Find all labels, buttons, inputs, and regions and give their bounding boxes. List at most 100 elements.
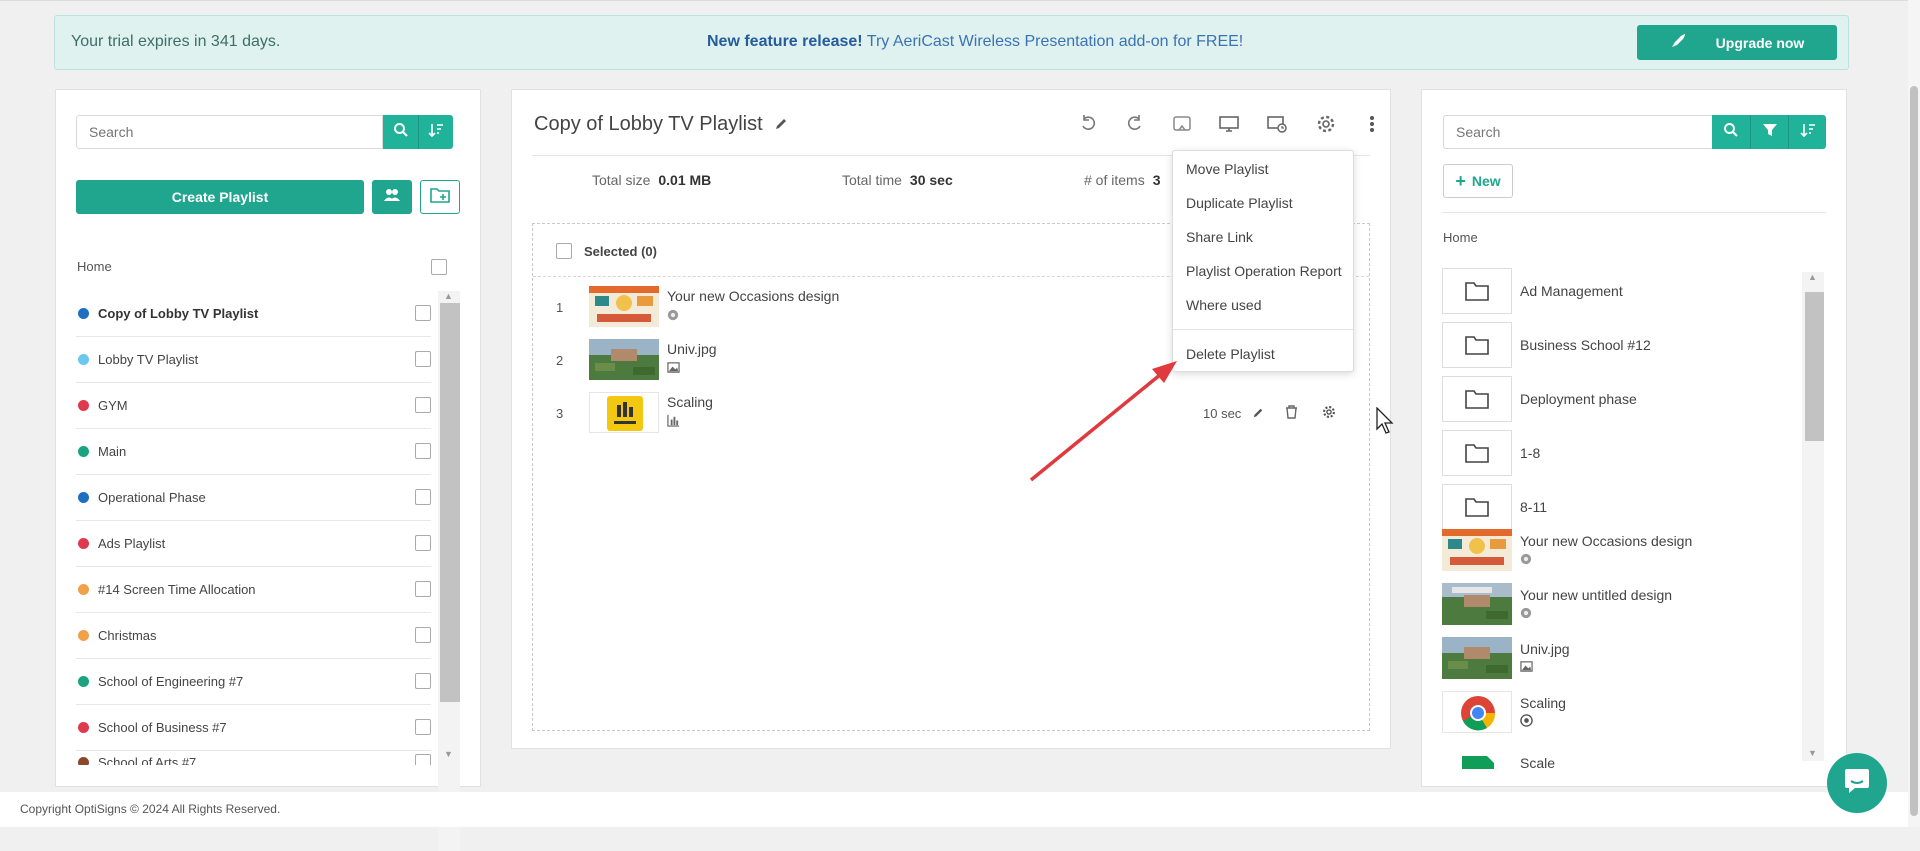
- color-dot: [78, 354, 89, 365]
- scroll-down-icon[interactable]: ▼: [1808, 748, 1817, 758]
- media-name: Your new untitled design: [1520, 587, 1673, 603]
- menu-item-share-link[interactable]: Share Link: [1186, 229, 1253, 245]
- list-item[interactable]: GYM: [76, 383, 431, 429]
- playlist-name: #14 Screen Time Allocation: [98, 582, 256, 597]
- playlist-search-input[interactable]: [76, 115, 383, 149]
- folder-item[interactable]: Deployment phase: [1442, 374, 1802, 428]
- menu-item-duplicate-playlist[interactable]: Duplicate Playlist: [1186, 195, 1293, 211]
- schedule-screen-icon[interactable]: [1267, 114, 1289, 136]
- folder-name: Ad Management: [1520, 283, 1623, 299]
- media-breadcrumb-home[interactable]: Home: [1443, 230, 1478, 245]
- cast-icon[interactable]: [1172, 114, 1194, 136]
- gear-icon[interactable]: [1316, 114, 1338, 136]
- row-checkbox[interactable]: [415, 673, 431, 689]
- screen-icon[interactable]: [1219, 114, 1241, 136]
- list-item[interactable]: Main: [76, 429, 431, 475]
- folder-item[interactable]: Business School #12: [1442, 320, 1802, 374]
- group-playlist-button[interactable]: [372, 180, 412, 214]
- folder-item[interactable]: Ad Management: [1442, 266, 1802, 320]
- trash-icon[interactable]: [1285, 405, 1298, 422]
- item-name: Your new Occasions design: [667, 288, 840, 304]
- new-folder-button[interactable]: [420, 180, 460, 214]
- page-scroll-thumb[interactable]: [1910, 86, 1918, 816]
- undo-icon[interactable]: [1079, 114, 1101, 136]
- media-search-button[interactable]: [1712, 115, 1750, 149]
- row-checkbox[interactable]: [415, 719, 431, 735]
- menu-item-move-playlist[interactable]: Move Playlist: [1186, 161, 1268, 177]
- item-settings-icon[interactable]: [1322, 405, 1336, 422]
- row-checkbox[interactable]: [415, 581, 431, 597]
- row-checkbox[interactable]: [415, 443, 431, 459]
- folder-icon: [1442, 430, 1512, 476]
- media-sort-button[interactable]: [1788, 115, 1826, 149]
- media-search-input[interactable]: [1443, 115, 1713, 149]
- sort-button[interactable]: [418, 115, 453, 149]
- folder-item[interactable]: 1-8: [1442, 428, 1802, 482]
- media-item[interactable]: Your new Occasions design: [1442, 525, 1802, 579]
- row-checkbox[interactable]: [415, 754, 431, 765]
- total-size: Total size 0.01 MB: [592, 172, 711, 188]
- row-checkbox[interactable]: [415, 351, 431, 367]
- row-checkbox[interactable]: [415, 397, 431, 413]
- color-dot: [78, 400, 89, 411]
- select-all-items-checkbox[interactable]: [556, 243, 572, 259]
- new-label: New: [1471, 173, 1501, 189]
- media-item[interactable]: Your new untitled design: [1442, 579, 1802, 633]
- list-item[interactable]: Ads Playlist: [76, 521, 431, 567]
- folder-item[interactable]: 8-11: [1442, 482, 1802, 530]
- copyright-text: Copyright OptiSigns © 2024 All Rights Re…: [20, 802, 281, 816]
- edit-title-icon[interactable]: [774, 117, 788, 136]
- sort-icon: [1799, 122, 1816, 143]
- playlist-name: Main: [98, 444, 127, 459]
- edit-duration-icon[interactable]: [1252, 406, 1264, 422]
- create-playlist-button[interactable]: Create Playlist: [76, 180, 364, 214]
- list-item[interactable]: Copy of Lobby TV Playlist: [76, 291, 431, 337]
- menu-item-where-used[interactable]: Where used: [1186, 297, 1261, 313]
- scroll-thumb[interactable]: [440, 303, 460, 702]
- new-media-button[interactable]: + New: [1443, 164, 1513, 198]
- search-button[interactable]: [383, 115, 418, 149]
- menu-item-delete-playlist[interactable]: Delete Playlist: [1186, 346, 1275, 362]
- breadcrumb-home[interactable]: Home: [77, 259, 112, 274]
- color-dot: [78, 757, 89, 765]
- upgrade-now-button[interactable]: Upgrade now: [1637, 25, 1837, 60]
- filter-button[interactable]: [1750, 115, 1788, 149]
- table-row[interactable]: 3 Scaling 10 sec: [533, 386, 1369, 440]
- menu-item-operation-report[interactable]: Playlist Operation Report: [1186, 263, 1342, 279]
- scroll-up-icon[interactable]: ▲: [1808, 272, 1817, 282]
- row-checkbox[interactable]: [415, 489, 431, 505]
- list-item[interactable]: Lobby TV Playlist: [76, 337, 431, 383]
- redo-icon[interactable]: [1124, 114, 1146, 136]
- media-item[interactable]: Univ.jpg: [1442, 633, 1802, 687]
- list-item-clipped[interactable]: School of Arts #7: [76, 751, 431, 765]
- chat-icon: [1842, 767, 1872, 800]
- page-scrollbar[interactable]: [1908, 0, 1920, 827]
- row-checkbox[interactable]: [415, 535, 431, 551]
- list-item[interactable]: School of Engineering #7: [76, 659, 431, 705]
- chat-button[interactable]: [1827, 753, 1887, 813]
- campus-thumbnail: [1442, 583, 1512, 625]
- feature-release-link[interactable]: New feature release! Try AeriCast Wirele…: [707, 33, 1243, 51]
- item-duration: 10 sec: [1203, 406, 1242, 421]
- select-all-checkbox[interactable]: [431, 259, 447, 275]
- scroll-thumb[interactable]: [1805, 292, 1824, 441]
- list-item[interactable]: School of Business #7: [76, 705, 431, 751]
- row-checkbox[interactable]: [415, 305, 431, 321]
- divider: [1442, 212, 1826, 213]
- row-checkbox[interactable]: [415, 627, 431, 643]
- filter-icon: [1762, 122, 1778, 143]
- scroll-down-icon[interactable]: ▼: [444, 749, 453, 759]
- scroll-up-icon[interactable]: ▲: [444, 291, 453, 301]
- list-item[interactable]: #14 Screen Time Allocation: [76, 567, 431, 613]
- media-name: Univ.jpg: [1520, 641, 1570, 657]
- more-vertical-icon[interactable]: [1362, 114, 1374, 136]
- playlist-list: Copy of Lobby TV Playlist Lobby TV Playl…: [76, 291, 431, 751]
- playlist-scrollbar[interactable]: ▲ ▼: [438, 291, 460, 851]
- list-item[interactable]: Operational Phase: [76, 475, 431, 521]
- media-item-clipped[interactable]: Scale: [1442, 754, 1802, 769]
- media-scrollbar[interactable]: ▲ ▼: [1802, 272, 1824, 761]
- occasions-thumbnail: [1442, 529, 1512, 571]
- media-item[interactable]: Scaling: [1442, 687, 1802, 741]
- list-item[interactable]: Christmas: [76, 613, 431, 659]
- trial-text: Your trial expires in 341 days.: [71, 33, 281, 50]
